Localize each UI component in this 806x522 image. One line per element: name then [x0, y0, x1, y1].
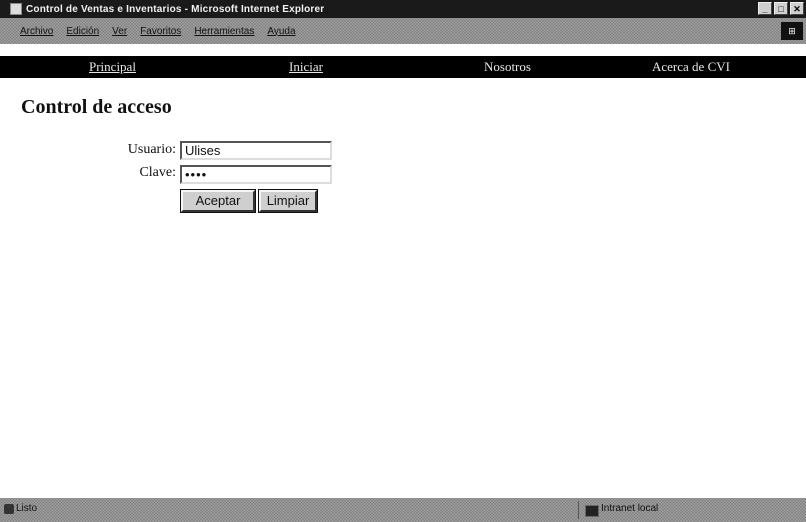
page-status-icon [4, 504, 14, 514]
menu-archivo[interactable]: Archivo [20, 26, 53, 37]
window-title-bar[interactable]: Control de Ventas e Inventarios - Micros… [0, 0, 806, 18]
menu-bar: Archivo Edición Ver Favoritos Herramient… [0, 18, 806, 44]
status-text: Listo [16, 503, 38, 514]
status-bar: Listo Intranet local [0, 498, 806, 522]
nav-link-acerca[interactable]: Acerca de CVI [652, 59, 730, 75]
nav-link-iniciar[interactable]: Iniciar [289, 59, 323, 75]
menu-favoritos[interactable]: Favoritos [140, 26, 181, 37]
windows-logo-icon: ⊞ [781, 22, 803, 40]
password-label: Clave: [139, 165, 176, 180]
username-label: Usuario: [127, 142, 176, 157]
accept-button[interactable]: Aceptar [180, 189, 256, 213]
username-input[interactable]: Ulises [180, 141, 332, 160]
close-button[interactable]: ✕ [790, 2, 804, 15]
nav-link-principal[interactable]: Principal [89, 59, 136, 75]
clear-button[interactable]: Limpiar [258, 189, 318, 213]
ie-icon [10, 3, 22, 15]
menu-edicion[interactable]: Edición [66, 26, 99, 37]
nav-link-nosotros[interactable]: Nosotros [484, 59, 531, 75]
window-controls: _ □ ✕ [758, 2, 804, 15]
security-zone-text: Intranet local [601, 503, 659, 514]
menu-herramientas[interactable]: Herramientas [194, 26, 254, 37]
window-title: Control de Ventas e Inventarios - Micros… [26, 3, 325, 15]
site-nav-bar: Principal Iniciar Nosotros Acerca de CVI [0, 56, 806, 78]
menu-ver[interactable]: Ver [112, 26, 127, 37]
menu-ayuda[interactable]: Ayuda [267, 26, 295, 37]
password-input[interactable]: •••• [180, 165, 332, 184]
maximize-button[interactable]: □ [774, 2, 788, 15]
status-divider [578, 501, 579, 519]
page-title: Control de acceso [21, 96, 172, 118]
intranet-zone-icon [585, 505, 599, 517]
minimize-button[interactable]: _ [758, 2, 772, 15]
